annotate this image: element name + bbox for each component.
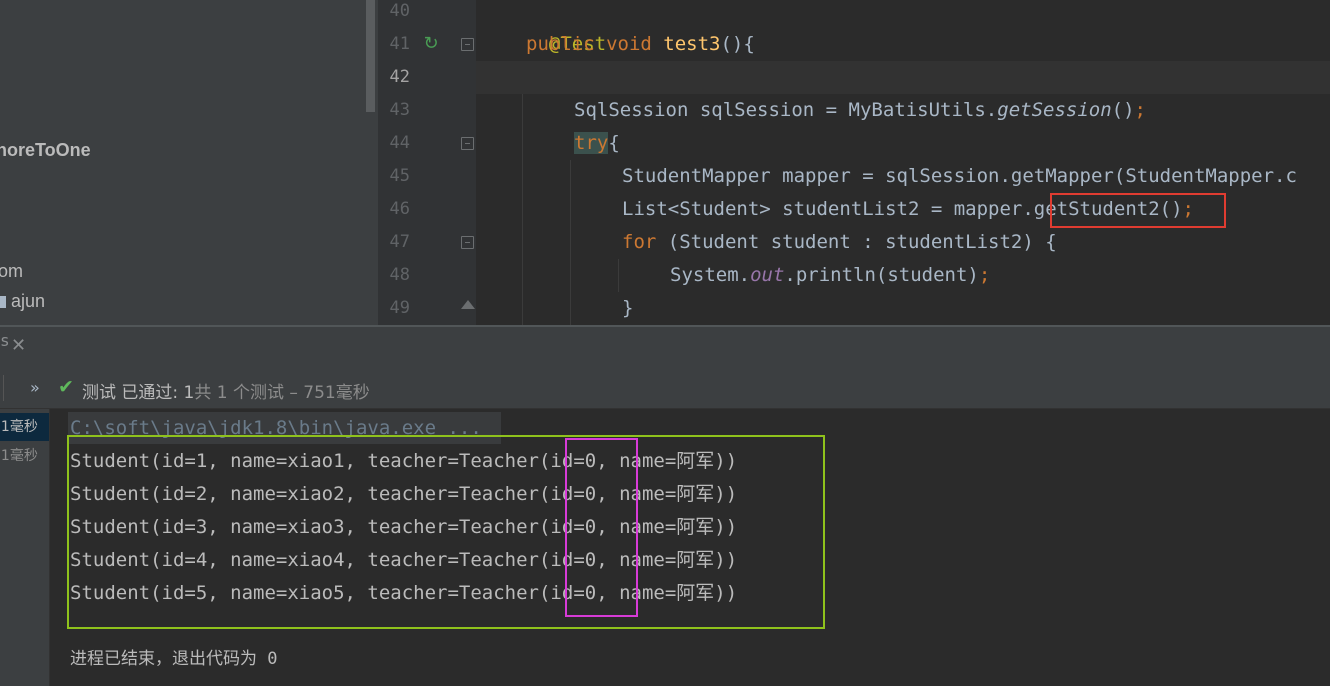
code-line-45: StudentMapper mapper = sqlSession.getMap… bbox=[622, 165, 1297, 187]
test-results-tree: 51毫秒 51毫秒 bbox=[0, 409, 50, 686]
process-exit-message: 进程已结束，退出代码为 0 bbox=[70, 649, 278, 669]
line-number: 40 bbox=[389, 1, 410, 21]
fold-icon[interactable] bbox=[461, 236, 474, 249]
fold-icon[interactable] bbox=[461, 38, 474, 51]
current-line-highlight bbox=[476, 61, 1330, 94]
run-test-icon[interactable]: ↻ bbox=[420, 33, 442, 55]
line-number: 43 bbox=[389, 100, 410, 120]
line-number: 45 bbox=[389, 166, 410, 186]
green-highlight-box bbox=[67, 435, 825, 629]
test-tree-item[interactable]: 51毫秒 bbox=[0, 413, 49, 441]
check-icon: ✔ bbox=[58, 376, 74, 398]
red-highlight-box bbox=[1050, 193, 1226, 228]
fold-icon[interactable] bbox=[461, 137, 474, 150]
tree-item-folder[interactable]: ajun bbox=[0, 291, 45, 312]
line-number: 41 bbox=[389, 34, 410, 54]
code-line-41: public void test3(){ bbox=[526, 33, 755, 55]
test-status: 测试 已通过: 1共 1 个测试 – 751毫秒 bbox=[82, 383, 370, 403]
magenta-highlight-box bbox=[565, 438, 638, 617]
line-number: 42 bbox=[389, 67, 410, 87]
project-sidebar: noreToOne om ajun bbox=[0, 0, 378, 325]
line-number: 49 bbox=[389, 298, 410, 318]
line-number: 46 bbox=[389, 199, 410, 219]
run-tool-window-header: s ✕ bbox=[0, 327, 1330, 367]
folder-icon bbox=[0, 296, 6, 308]
code-line-49: } bbox=[622, 297, 634, 319]
code-line-48: System.out.println(student); bbox=[670, 264, 991, 286]
code-line-40: @Test bbox=[548, 33, 607, 55]
sidebar-scrollbar[interactable] bbox=[366, 0, 375, 112]
double-chevron-icon[interactable]: » bbox=[30, 378, 40, 397]
test-tree-item[interactable]: 51毫秒 bbox=[0, 442, 49, 470]
code-line-47: for (Student student : studentList2) { bbox=[622, 231, 1057, 253]
line-number: 44 bbox=[389, 133, 410, 153]
tree-item-package[interactable]: om bbox=[0, 261, 23, 282]
close-icon[interactable]: ✕ bbox=[11, 335, 26, 356]
line-number: 48 bbox=[389, 265, 410, 285]
fold-end-icon[interactable] bbox=[461, 300, 475, 309]
line-number: 47 bbox=[389, 232, 410, 252]
code-line-43: SqlSession sqlSession = MyBatisUtils.get… bbox=[574, 99, 1146, 121]
tree-item-module[interactable]: noreToOne bbox=[0, 140, 91, 161]
code-line-44: try{ bbox=[574, 132, 620, 154]
